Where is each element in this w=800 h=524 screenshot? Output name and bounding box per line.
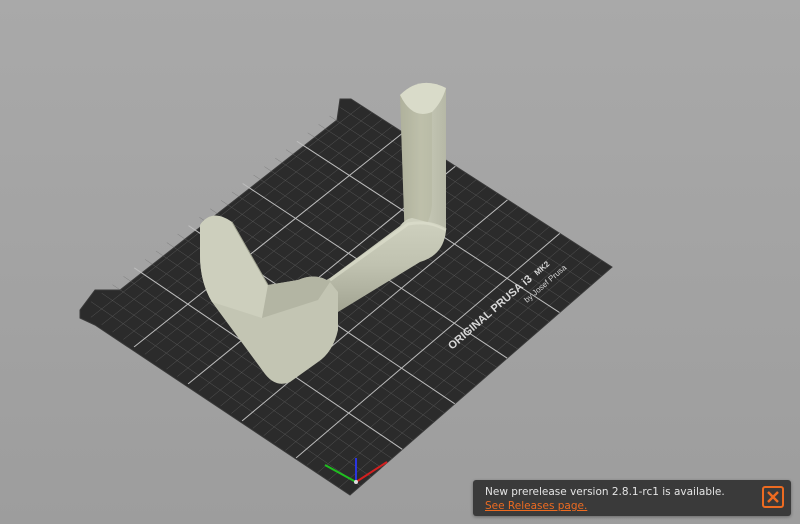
3d-viewport[interactable]: ORIGINAL PRUSA i3 MK2 by Josef Prusa	[0, 0, 800, 524]
close-notification-button[interactable]	[762, 486, 784, 508]
notification-message: New prerelease version 2.8.1-rc1 is avai…	[485, 486, 725, 498]
update-notification: New prerelease version 2.8.1-rc1 is avai…	[473, 480, 791, 516]
close-icon	[767, 491, 779, 503]
see-releases-link[interactable]: See Releases page.	[485, 499, 747, 513]
